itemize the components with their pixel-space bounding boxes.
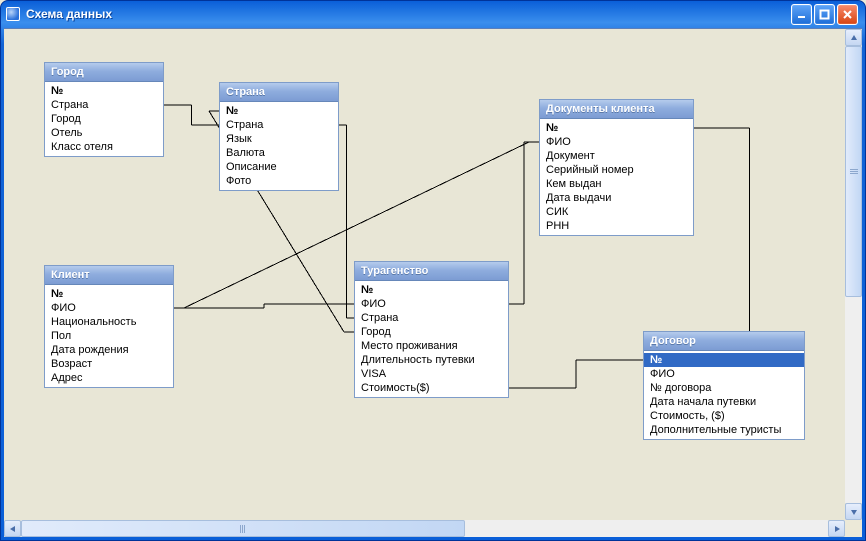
table-header[interactable]: Турагенство — [355, 262, 508, 281]
table-header[interactable]: Договор — [644, 332, 804, 351]
field[interactable]: Дата рождения — [45, 343, 173, 357]
field[interactable]: № — [540, 121, 693, 135]
field[interactable]: Дата выдачи — [540, 191, 693, 205]
field[interactable]: СИК — [540, 205, 693, 219]
app-window: Схема данных Город№СтранаГородОтельКласс… — [0, 0, 866, 541]
field[interactable]: VISA — [355, 367, 508, 381]
table-contract[interactable]: Договор№ФИО№ договораДата начала путевки… — [643, 331, 805, 440]
table-body: №ФИОСтранаГородМесто проживанияДлительно… — [355, 281, 508, 397]
horizontal-scrollbar[interactable] — [4, 520, 845, 537]
field[interactable]: ФИО — [644, 367, 804, 381]
field[interactable]: Место проживания — [355, 339, 508, 353]
field[interactable]: Адрес — [45, 371, 173, 385]
field[interactable]: РНН — [540, 219, 693, 233]
table-body: №ФИОНациональностьПолДата рожденияВозрас… — [45, 285, 173, 387]
table-client[interactable]: Клиент№ФИОНациональностьПолДата рождения… — [44, 265, 174, 388]
field[interactable]: Стоимость($) — [355, 381, 508, 395]
field[interactable]: Страна — [45, 98, 163, 112]
table-agency[interactable]: Турагенство№ФИОСтранаГородМесто проживан… — [354, 261, 509, 398]
field[interactable]: Кем выдан — [540, 177, 693, 191]
field[interactable]: Пол — [45, 329, 173, 343]
field[interactable]: ФИО — [45, 301, 173, 315]
scroll-left-button[interactable] — [4, 520, 21, 537]
scroll-right-button[interactable] — [828, 520, 845, 537]
field[interactable]: ФИО — [540, 135, 693, 149]
vertical-scrollbar[interactable] — [845, 29, 862, 520]
field[interactable]: Язык — [220, 132, 338, 146]
field[interactable]: Документ — [540, 149, 693, 163]
field[interactable]: № договора — [644, 381, 804, 395]
field[interactable]: Описание — [220, 160, 338, 174]
field[interactable]: Валюта — [220, 146, 338, 160]
field[interactable]: № — [644, 353, 804, 367]
table-city[interactable]: Город№СтранаГородОтельКласс отеля — [44, 62, 164, 157]
app-icon — [6, 7, 20, 21]
field[interactable]: Возраст — [45, 357, 173, 371]
field[interactable]: Национальность — [45, 315, 173, 329]
field[interactable]: Страна — [355, 311, 508, 325]
table-body: №ФИОДокументСерийный номерКем выданДата … — [540, 119, 693, 235]
field[interactable]: Серийный номер — [540, 163, 693, 177]
field[interactable]: Отель — [45, 126, 163, 140]
field[interactable]: ФИО — [355, 297, 508, 311]
vertical-scroll-track[interactable] — [845, 46, 862, 503]
horizontal-scroll-thumb[interactable] — [21, 520, 465, 537]
field[interactable]: Длительность путевки — [355, 353, 508, 367]
table-body: №СтранаГородОтельКласс отеля — [45, 82, 163, 156]
table-header[interactable]: Клиент — [45, 266, 173, 285]
window-title: Схема данных — [26, 7, 789, 21]
table-header[interactable]: Страна — [220, 83, 338, 102]
table-body: №ФИО№ договораДата начала путевкиСтоимос… — [644, 351, 804, 439]
field[interactable]: Страна — [220, 118, 338, 132]
titlebar[interactable]: Схема данных — [4, 4, 862, 28]
maximize-button[interactable] — [814, 4, 835, 25]
table-country[interactable]: Страна№СтранаЯзыкВалютаОписаниеФото — [219, 82, 339, 191]
field[interactable]: Дополнительные туристы — [644, 423, 804, 437]
field[interactable]: Город — [355, 325, 508, 339]
close-button[interactable] — [837, 4, 858, 25]
horizontal-scroll-track[interactable] — [21, 520, 828, 537]
scroll-down-button[interactable] — [845, 503, 862, 520]
scrollbar-corner — [845, 520, 862, 537]
diagram-canvas[interactable]: Город№СтранаГородОтельКласс отеляСтрана№… — [4, 29, 845, 520]
field[interactable]: № — [45, 287, 173, 301]
field[interactable]: Дата начала путевки — [644, 395, 804, 409]
table-header[interactable]: Город — [45, 63, 163, 82]
field[interactable]: Город — [45, 112, 163, 126]
field[interactable]: № — [220, 104, 338, 118]
field[interactable]: Стоимость, ($) — [644, 409, 804, 423]
table-header[interactable]: Документы клиента — [540, 100, 693, 119]
client-area: Город№СтранаГородОтельКласс отеляСтрана№… — [4, 28, 862, 537]
table-body: №СтранаЯзыкВалютаОписаниеФото — [220, 102, 338, 190]
field[interactable]: № — [355, 283, 508, 297]
minimize-button[interactable] — [791, 4, 812, 25]
field[interactable]: Фото — [220, 174, 338, 188]
table-docs[interactable]: Документы клиента№ФИОДокументСерийный но… — [539, 99, 694, 236]
scroll-up-button[interactable] — [845, 29, 862, 46]
field[interactable]: Класс отеля — [45, 140, 163, 154]
vertical-scroll-thumb[interactable] — [845, 46, 862, 297]
field[interactable]: № — [45, 84, 163, 98]
